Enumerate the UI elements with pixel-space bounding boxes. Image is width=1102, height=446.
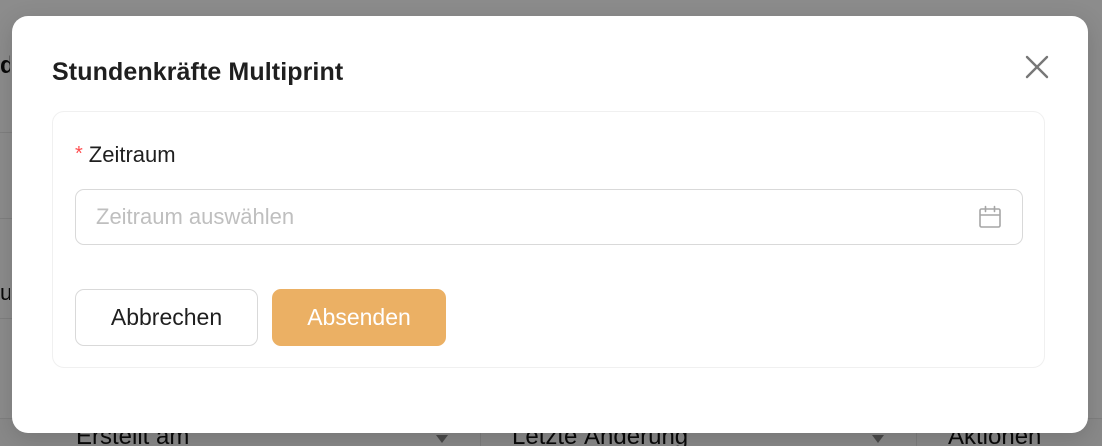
close-icon [1025,55,1049,79]
required-mark: * [75,143,83,165]
calendar-icon[interactable] [978,205,1002,229]
period-date-range-picker[interactable] [75,189,1023,245]
form-card: *Zeitraum Abbrechen Absenden [52,111,1045,368]
period-input[interactable] [96,190,956,244]
modal-dialog: Stundenkräfte Multiprint *Zeitraum Abbre… [12,16,1088,433]
cancel-button[interactable]: Abbrechen [75,289,258,346]
close-button[interactable] [1022,52,1052,82]
submit-button[interactable]: Absenden [272,289,446,346]
modal-title: Stundenkräfte Multiprint [52,58,344,86]
period-field-label: * Zeitraum [75,142,176,168]
period-label-text: Zeitraum [88,142,176,167]
